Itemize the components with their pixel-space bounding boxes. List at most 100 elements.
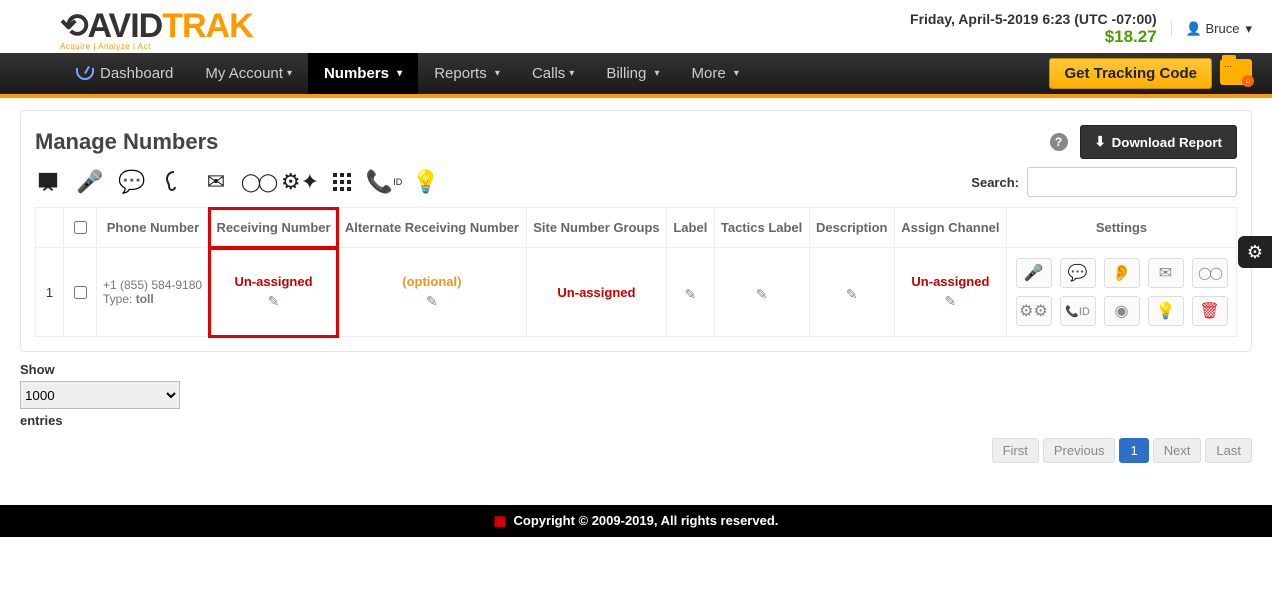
user-menu[interactable]: 👤 Bruce ▾ xyxy=(1171,21,1252,37)
mail-icon[interactable]: ✉ xyxy=(203,169,229,195)
setting-mail-button[interactable]: ✉ xyxy=(1148,258,1184,288)
row-type-value: toll xyxy=(136,292,154,306)
table-row: 1 +1 (855) 584-9180 Type: toll Un-assign… xyxy=(36,248,1237,337)
edit-icon[interactable]: ✎ xyxy=(426,293,438,310)
nav-billing[interactable]: Billing ▾ xyxy=(590,53,675,94)
help-icon[interactable]: ? xyxy=(1050,133,1068,151)
row-phone: +1 (855) 584-9180 xyxy=(103,278,202,292)
nav-numbers[interactable]: Numbers ▾ xyxy=(308,53,418,94)
setting-voicemail-button[interactable]: ◯◯ xyxy=(1192,258,1228,288)
setting-callerid-button[interactable]: 📞ID xyxy=(1060,296,1096,326)
col-description[interactable]: Description xyxy=(809,208,894,248)
logo-mark: ⟲AVIDTRAK xyxy=(60,7,253,45)
caret-down-icon: ▾ xyxy=(1245,21,1252,37)
col-alt-receiving[interactable]: Alternate Receiving Number xyxy=(338,208,527,248)
dashboard-icon xyxy=(76,68,94,80)
col-label[interactable]: Label xyxy=(667,208,714,248)
edit-icon[interactable]: ✎ xyxy=(945,293,957,310)
nav-more[interactable]: More ▾ xyxy=(676,53,755,94)
download-report-button[interactable]: ⬇ Download Report xyxy=(1080,125,1238,159)
pager-last[interactable]: Last xyxy=(1205,438,1252,463)
nav-my-account[interactable]: My Account ▾ xyxy=(189,53,308,94)
grid-icon[interactable] xyxy=(329,169,355,195)
nav-numbers-label: Numbers xyxy=(324,65,389,82)
search-label: Search: xyxy=(971,175,1019,190)
setting-delete-button[interactable]: 🗑 xyxy=(1192,296,1228,326)
nav-billing-label: Billing xyxy=(606,65,646,82)
page-size-select[interactable]: 1000 xyxy=(20,381,180,409)
row-groups: Un-assigned xyxy=(557,285,635,300)
row-channel: Un-assigned xyxy=(911,274,989,289)
pager-page-1[interactable]: 1 xyxy=(1119,438,1148,463)
edit-icon[interactable]: ✎ xyxy=(846,286,858,303)
row-alt-receiving: (optional) xyxy=(402,274,461,289)
col-settings: Settings xyxy=(1007,208,1237,248)
nav-dashboard[interactable]: Dashboard xyxy=(60,53,189,94)
col-tactics[interactable]: Tactics Label xyxy=(714,208,809,248)
caller-id-icon[interactable]: 📞ID xyxy=(371,169,397,195)
show-label: Show xyxy=(20,362,1252,377)
call-forward-icon[interactable] xyxy=(35,169,61,195)
col-groups[interactable]: Site Number Groups xyxy=(526,208,667,248)
setting-disc-button[interactable]: ◉ xyxy=(1104,296,1140,326)
caret-down-icon: ▾ xyxy=(495,68,500,79)
col-receiving[interactable]: Receiving Number xyxy=(209,208,337,248)
col-phone[interactable]: Phone Number xyxy=(97,208,210,248)
panel: Manage Numbers ? ⬇ Download Report 🎤 💬 ✉… xyxy=(20,110,1252,352)
select-all-checkbox[interactable] xyxy=(74,221,87,234)
top-bar: ⟲AVIDTRAK Acquire | Analyze | Act Friday… xyxy=(0,0,1272,53)
main-nav: Dashboard My Account ▾ Numbers ▾ Reports … xyxy=(0,53,1272,98)
nav-more-label: More xyxy=(692,65,726,82)
numbers-table: Phone Number Receiving Number Alternate … xyxy=(35,207,1237,337)
balance: $18.27 xyxy=(910,27,1157,47)
setting-chat-button[interactable]: 💬 xyxy=(1060,258,1096,288)
table-footer: Show 1000 entries First Previous 1 Next … xyxy=(20,362,1252,463)
gear-sparkle-icon[interactable]: ⚙✦ xyxy=(287,169,313,195)
logo: ⟲AVIDTRAK Acquire | Analyze | Act xyxy=(60,6,253,51)
nav-reports-label: Reports xyxy=(434,65,487,82)
edit-icon[interactable]: ✎ xyxy=(756,286,768,303)
setting-ear-button[interactable]: 👂 xyxy=(1104,258,1140,288)
chat-icon[interactable]: 💬 xyxy=(119,169,145,195)
pager-next[interactable]: Next xyxy=(1153,438,1202,463)
page-title: Manage Numbers xyxy=(35,129,218,155)
nav-reports[interactable]: Reports ▾ xyxy=(418,53,516,94)
download-report-label: Download Report xyxy=(1112,135,1222,150)
caret-down-icon: ▾ xyxy=(287,68,292,79)
edit-icon[interactable]: ✎ xyxy=(684,286,696,303)
col-channel[interactable]: Assign Channel xyxy=(894,208,1006,248)
ear-icon[interactable] xyxy=(161,169,187,195)
nav-calls[interactable]: Calls ▾ xyxy=(516,53,590,94)
microphone-icon[interactable]: 🎤 xyxy=(77,169,103,195)
top-right: Friday, April-5-2019 6:23 (UTC -07:00) $… xyxy=(910,11,1252,47)
pager: First Previous 1 Next Last xyxy=(992,438,1252,463)
row-index: 1 xyxy=(36,248,64,337)
nav-dashboard-label: Dashboard xyxy=(100,65,173,82)
caret-down-icon: ▾ xyxy=(569,68,574,79)
footer-text: Copyright © 2009-2019, All rights reserv… xyxy=(514,513,779,528)
pager-first[interactable]: First xyxy=(992,438,1039,463)
row-type-label: Type: xyxy=(103,292,132,306)
floating-settings-button[interactable]: ⚙ xyxy=(1238,236,1272,268)
lightbulb-icon[interactable]: 💡 xyxy=(413,169,439,195)
row-checkbox[interactable] xyxy=(74,286,87,299)
get-tracking-code-button[interactable]: Get Tracking Code xyxy=(1049,58,1212,89)
caret-down-icon: ▾ xyxy=(655,68,660,79)
setting-bulb-button[interactable]: 💡 xyxy=(1148,296,1184,326)
entries-label: entries xyxy=(20,413,1252,428)
caret-down-icon: ▾ xyxy=(734,68,739,79)
footer: ▦ Copyright © 2009-2019, All rights rese… xyxy=(0,505,1272,537)
toolbar: 🎤 💬 ✉ ◯◯ ⚙✦ 📞ID 💡 Search: xyxy=(35,167,1237,197)
setting-mic-button[interactable]: 🎤 xyxy=(1016,258,1052,288)
pager-prev[interactable]: Previous xyxy=(1043,438,1116,463)
folder-home-icon[interactable]: ⋯⌂ xyxy=(1220,59,1252,85)
nav-account-label: My Account xyxy=(205,65,283,82)
edit-icon[interactable]: ✎ xyxy=(268,293,280,310)
voicemail-icon[interactable]: ◯◯ xyxy=(245,169,271,195)
user-name: Bruce xyxy=(1206,21,1240,36)
search-input[interactable] xyxy=(1027,167,1237,197)
footer-icon: ▦ xyxy=(494,513,506,528)
nav-calls-label: Calls xyxy=(532,65,565,82)
setting-gears-button[interactable]: ⚙⚙ xyxy=(1016,296,1052,326)
caret-down-icon: ▾ xyxy=(397,68,402,79)
